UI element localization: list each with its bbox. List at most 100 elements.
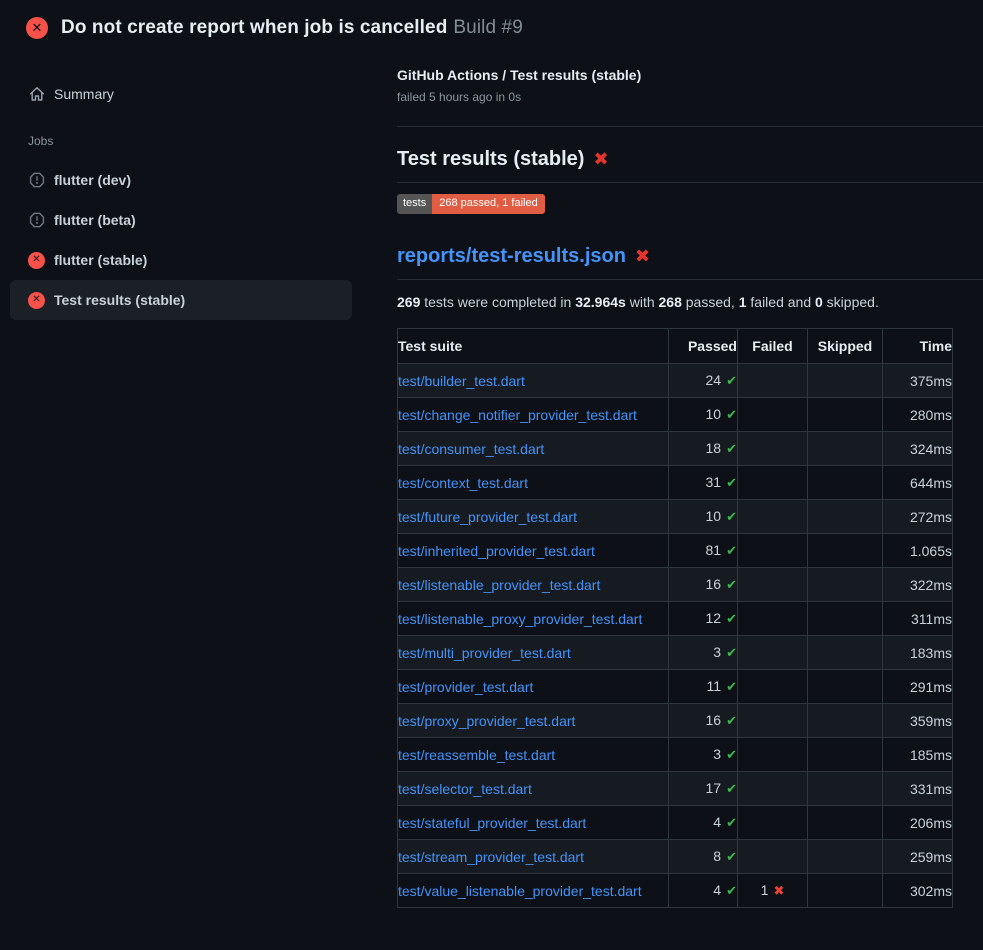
check-icon: ✔ [726,544,737,559]
skipped-cell [808,466,883,500]
test-suite-link[interactable]: test/inherited_provider_test.dart [398,543,595,559]
time-cell: 185ms [883,738,953,772]
home-icon [28,86,45,103]
table-row: test/provider_test.dart 11✔ 291ms [398,670,953,704]
passed-cell: 81✔ [669,534,738,568]
check-icon: ✔ [726,646,737,661]
skipped-cell [808,602,883,636]
time-cell: 324ms [883,432,953,466]
check-icon: ✔ [726,612,737,627]
time-cell: 331ms [883,772,953,806]
table-header-row: Test suite Passed Failed Skipped Time [398,329,953,364]
test-suite-link[interactable]: test/future_provider_test.dart [398,509,577,525]
build-number: Build #9 [453,17,522,38]
test-suite-link[interactable]: test/stream_provider_test.dart [398,849,584,865]
table-row: test/change_notifier_provider_test.dart … [398,398,953,432]
run-header: ✕ Do not create report when job is cance… [0,0,983,56]
col-header-failed: Failed [738,329,808,364]
passed-cell: 4✔ [669,874,738,908]
failed-cell [738,568,808,602]
tests-summary-text: 269 tests were completed in 32.964s with… [397,294,983,310]
badge-value: 268 passed, 1 failed [432,194,544,214]
test-suite-link[interactable]: test/proxy_provider_test.dart [398,713,575,729]
report-file-link[interactable]: reports/test-results.json [397,245,626,267]
check-icon: ✔ [726,782,737,797]
failed-cell [738,364,808,398]
table-body: test/builder_test.dart 24✔ 375ms test/ch… [398,364,953,908]
sidebar-item-summary[interactable]: Summary [10,76,352,112]
passed-cell: 3✔ [669,738,738,772]
sidebar-job-label: Test results (stable) [54,292,185,308]
failed-cell [738,398,808,432]
test-suite-link[interactable]: test/selector_test.dart [398,781,532,797]
passed-cell: 31✔ [669,466,738,500]
passed-cell: 12✔ [669,602,738,636]
passed-cell: 16✔ [669,568,738,602]
skipped-cell [808,432,883,466]
skipped-cell [808,534,883,568]
test-suite-link[interactable]: test/provider_test.dart [398,679,533,695]
sidebar-job-label: flutter (dev) [54,172,131,188]
col-header-time: Time [883,329,953,364]
sidebar: Summary Jobs flutter (dev) flutter (beta… [0,56,362,320]
failed-cell [738,738,808,772]
table-row: test/selector_test.dart 17✔ 331ms [398,772,953,806]
sidebar-job-2[interactable]: ✕ flutter (stable) [10,240,352,280]
check-icon: ✔ [726,748,737,763]
time-cell: 359ms [883,704,953,738]
test-suite-link[interactable]: test/stateful_provider_test.dart [398,815,586,831]
skipped-cell [808,806,883,840]
badge-label: tests [397,194,432,214]
check-icon: ✔ [726,680,737,695]
test-suite-link[interactable]: test/value_listenable_provider_test.dart [398,883,642,899]
skipped-cell [808,772,883,806]
col-header-skipped: Skipped [808,329,883,364]
table-row: test/multi_provider_test.dart 3✔ 183ms [398,636,953,670]
sidebar-job-0[interactable]: flutter (dev) [10,160,352,200]
skipped-cell [808,568,883,602]
col-header-passed: Passed [669,329,738,364]
passed-cell: 17✔ [669,772,738,806]
section-title: Test results (stable)✖ [397,148,983,183]
table-row: test/reassemble_test.dart 3✔ 185ms [398,738,953,772]
test-suite-link[interactable]: test/change_notifier_provider_test.dart [398,407,637,423]
time-cell: 375ms [883,364,953,398]
time-cell: 302ms [883,874,953,908]
passed-cell: 18✔ [669,432,738,466]
cross-mark-icon: ✖ [593,149,608,170]
test-suite-link[interactable]: test/multi_provider_test.dart [398,645,571,661]
check-icon: ✔ [726,578,737,593]
run-title: Do not create report when job is cancell… [61,17,447,38]
sidebar-job-1[interactable]: flutter (beta) [10,200,352,240]
failed-cell: 1✖ [738,874,808,908]
sidebar-job-3[interactable]: ✕ Test results (stable) [10,280,352,320]
divider [397,126,983,127]
report-title: reports/test-results.json✖ [397,245,983,280]
table-row: test/stream_provider_test.dart 8✔ 259ms [398,840,953,874]
failed-cell [738,704,808,738]
test-suite-link[interactable]: test/context_test.dart [398,475,528,491]
jobs-section-label: Jobs [28,134,362,148]
table-row: test/proxy_provider_test.dart 16✔ 359ms [398,704,953,738]
test-suite-link[interactable]: test/reassemble_test.dart [398,747,555,763]
test-suite-link[interactable]: test/listenable_provider_test.dart [398,577,600,593]
skipped-cell [808,500,883,534]
stop-icon [28,212,45,229]
passed-cell: 10✔ [669,500,738,534]
test-suite-link[interactable]: test/builder_test.dart [398,373,525,389]
skipped-cell [808,636,883,670]
check-icon: ✔ [726,476,737,491]
test-suite-link[interactable]: test/listenable_proxy_provider_test.dart [398,611,642,627]
failed-cell [738,670,808,704]
failed-cell [738,636,808,670]
check-icon: ✔ [726,714,737,729]
test-suite-link[interactable]: test/consumer_test.dart [398,441,544,457]
failed-cell [738,432,808,466]
table-row: test/builder_test.dart 24✔ 375ms [398,364,953,398]
failed-cell [738,534,808,568]
skipped-cell [808,670,883,704]
skipped-cell [808,398,883,432]
check-icon: ✔ [726,442,737,457]
sidebar-job-label: flutter (stable) [54,252,147,268]
failed-cell [738,602,808,636]
